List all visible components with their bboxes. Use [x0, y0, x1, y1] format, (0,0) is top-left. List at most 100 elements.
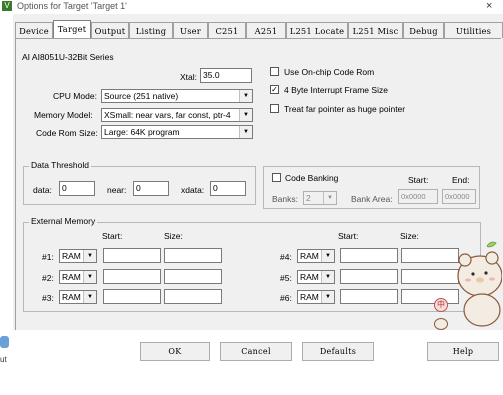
ext-mem-type-select[interactable]: RAM ▼ — [297, 270, 335, 284]
ext-mem-start-input[interactable] — [340, 289, 398, 304]
ext-mem-start-header-left: Start: — [102, 231, 123, 241]
badge: 中 — [434, 298, 448, 312]
cancel-button[interactable]: Cancel — [220, 342, 292, 361]
code-banking-label: Code Banking — [285, 173, 339, 183]
tab-a251[interactable]: A251 — [246, 22, 286, 38]
ext-mem-start-input[interactable] — [103, 289, 161, 304]
bear-face-icon — [434, 318, 448, 330]
chevron-down-icon: ▼ — [83, 291, 96, 303]
data-label: data: — [33, 185, 52, 195]
ext-mem-size-header-left: Size: — [164, 231, 183, 241]
ext-mem-row-label: #3: — [42, 293, 54, 303]
chevron-down-icon: ▼ — [83, 250, 96, 262]
tab-l251-misc[interactable]: L251 Misc — [348, 22, 403, 38]
near-label: near: — [107, 185, 127, 195]
far-pointer-huge-label: Treat far pointer as huge pointer — [284, 104, 406, 114]
help-button[interactable]: Help — [427, 342, 499, 361]
ext-mem-type-value: RAM — [300, 251, 319, 261]
app-icon: V — [2, 1, 12, 11]
use-onchip-code-rom-checkbox[interactable] — [270, 67, 279, 76]
data-input[interactable]: 0 — [59, 181, 95, 196]
ext-mem-row-label: #5: — [280, 273, 292, 283]
ext-mem-start-input[interactable] — [340, 248, 398, 263]
ext-mem-row-label: #4: — [280, 252, 292, 262]
close-icon[interactable]: × — [486, 0, 492, 13]
xtal-input[interactable]: 35.0 — [200, 68, 252, 83]
ext-mem-size-header-right: Size: — [400, 231, 419, 241]
ext-mem-start-input[interactable] — [340, 269, 398, 284]
banks-select[interactable]: 2 ▼ — [303, 191, 337, 205]
chevron-down-icon: ▼ — [239, 90, 252, 102]
memory-model-value: XSmall: near vars, far const, ptr-4 — [104, 110, 231, 120]
ext-mem-type-select[interactable]: RAM ▼ — [59, 270, 97, 284]
interrupt-frame-size-checkbox[interactable]: ✓ — [270, 85, 279, 94]
ext-mem-type-value: RAM — [62, 292, 81, 302]
ext-mem-type-select[interactable]: RAM ▼ — [59, 290, 97, 304]
ext-mem-start-header-right: Start: — [338, 231, 359, 241]
ext-mem-type-select[interactable]: RAM ▼ — [297, 249, 335, 263]
chevron-down-icon: ▼ — [321, 291, 334, 303]
bank-area-end-input[interactable]: 0x0000 — [442, 189, 476, 204]
tab-utilities[interactable]: Utilities — [444, 22, 503, 38]
chevron-down-icon: ▼ — [321, 250, 334, 262]
cpu-mode-select[interactable]: Source (251 native) ▼ — [101, 89, 253, 103]
title-bar: V Options for Target 'Target 1' × — [0, 0, 503, 14]
ext-mem-start-input[interactable] — [103, 269, 161, 284]
ok-button[interactable]: OK — [140, 342, 210, 361]
near-input[interactable]: 0 — [133, 181, 169, 196]
xdata-label: xdata: — [181, 185, 205, 195]
cpu-mode-label: CPU Mode: — [53, 91, 97, 101]
tab-target[interactable]: Target — [53, 20, 91, 39]
ext-mem-size-input[interactable] — [401, 248, 459, 263]
code-rom-size-select[interactable]: Large: 64K program ▼ — [101, 125, 253, 139]
ext-mem-row-label: #6: — [280, 293, 292, 303]
ext-mem-type-value: RAM — [300, 272, 319, 282]
banks-value: 2 — [306, 193, 311, 203]
ext-mem-start-input[interactable] — [103, 248, 161, 263]
ext-mem-size-input[interactable] — [164, 269, 222, 284]
xtal-label: Xtal: — [180, 72, 198, 82]
code-rom-size-value: Large: 64K program — [104, 127, 180, 137]
ext-mem-size-input[interactable] — [401, 289, 459, 304]
ext-mem-size-input[interactable] — [164, 289, 222, 304]
tab-output[interactable]: Output — [91, 22, 129, 38]
cpu-mode-value: Source (251 native) — [104, 91, 179, 101]
ext-mem-size-input[interactable] — [401, 269, 459, 284]
chevron-down-icon: ▼ — [321, 271, 334, 283]
far-pointer-huge-checkbox[interactable] — [270, 104, 279, 113]
chevron-down-icon: ▼ — [239, 126, 252, 138]
code-banking-end-header: End: — [452, 175, 470, 185]
ext-mem-row-label: #2: — [42, 273, 54, 283]
memory-model-label: Memory Model: — [34, 110, 93, 120]
xdata-input[interactable]: 0 — [210, 181, 246, 196]
tab-listing[interactable]: Listing — [129, 22, 173, 38]
tab-debug[interactable]: Debug — [403, 22, 444, 38]
window-title: Options for Target 'Target 1' — [17, 1, 127, 11]
tab-c251[interactable]: C251 — [208, 22, 246, 38]
chevron-down-icon: ▼ — [323, 192, 336, 204]
cartoon-bear-sticker — [457, 241, 502, 327]
tab-device[interactable]: Device — [15, 22, 53, 38]
data-threshold-title: Data Threshold — [29, 160, 91, 171]
background-text: ut — [0, 355, 7, 364]
bear-mascot-icon — [457, 241, 502, 327]
ext-mem-size-input[interactable] — [164, 248, 222, 263]
chevron-down-icon: ▼ — [239, 109, 252, 121]
memory-model-select[interactable]: XSmall: near vars, far const, ptr-4 ▼ — [101, 108, 253, 122]
check-icon: ✓ — [271, 85, 278, 94]
tab-user[interactable]: User — [173, 22, 208, 38]
ext-mem-type-select[interactable]: RAM ▼ — [59, 249, 97, 263]
banks-label: Banks: — [272, 194, 298, 204]
interrupt-frame-size-label: 4 Byte Interrupt Frame Size — [284, 85, 388, 95]
code-rom-size-label: Code Rom Size: — [36, 128, 98, 138]
code-banking-checkbox[interactable] — [272, 173, 281, 182]
code-banking-start-header: Start: — [408, 175, 429, 185]
ext-mem-type-value: RAM — [300, 292, 319, 302]
tab-l251-locate[interactable]: L251 Locate — [286, 22, 348, 38]
bank-area-start-input[interactable]: 0x0000 — [398, 189, 438, 204]
ext-mem-type-value: RAM — [62, 251, 81, 261]
defaults-button[interactable]: Defaults — [302, 342, 374, 361]
use-onchip-code-rom-label: Use On-chip Code Rom — [284, 67, 375, 77]
ext-mem-type-select[interactable]: RAM ▼ — [297, 290, 335, 304]
tab-strip: Device Target Output Listing User C251 A… — [15, 20, 503, 39]
